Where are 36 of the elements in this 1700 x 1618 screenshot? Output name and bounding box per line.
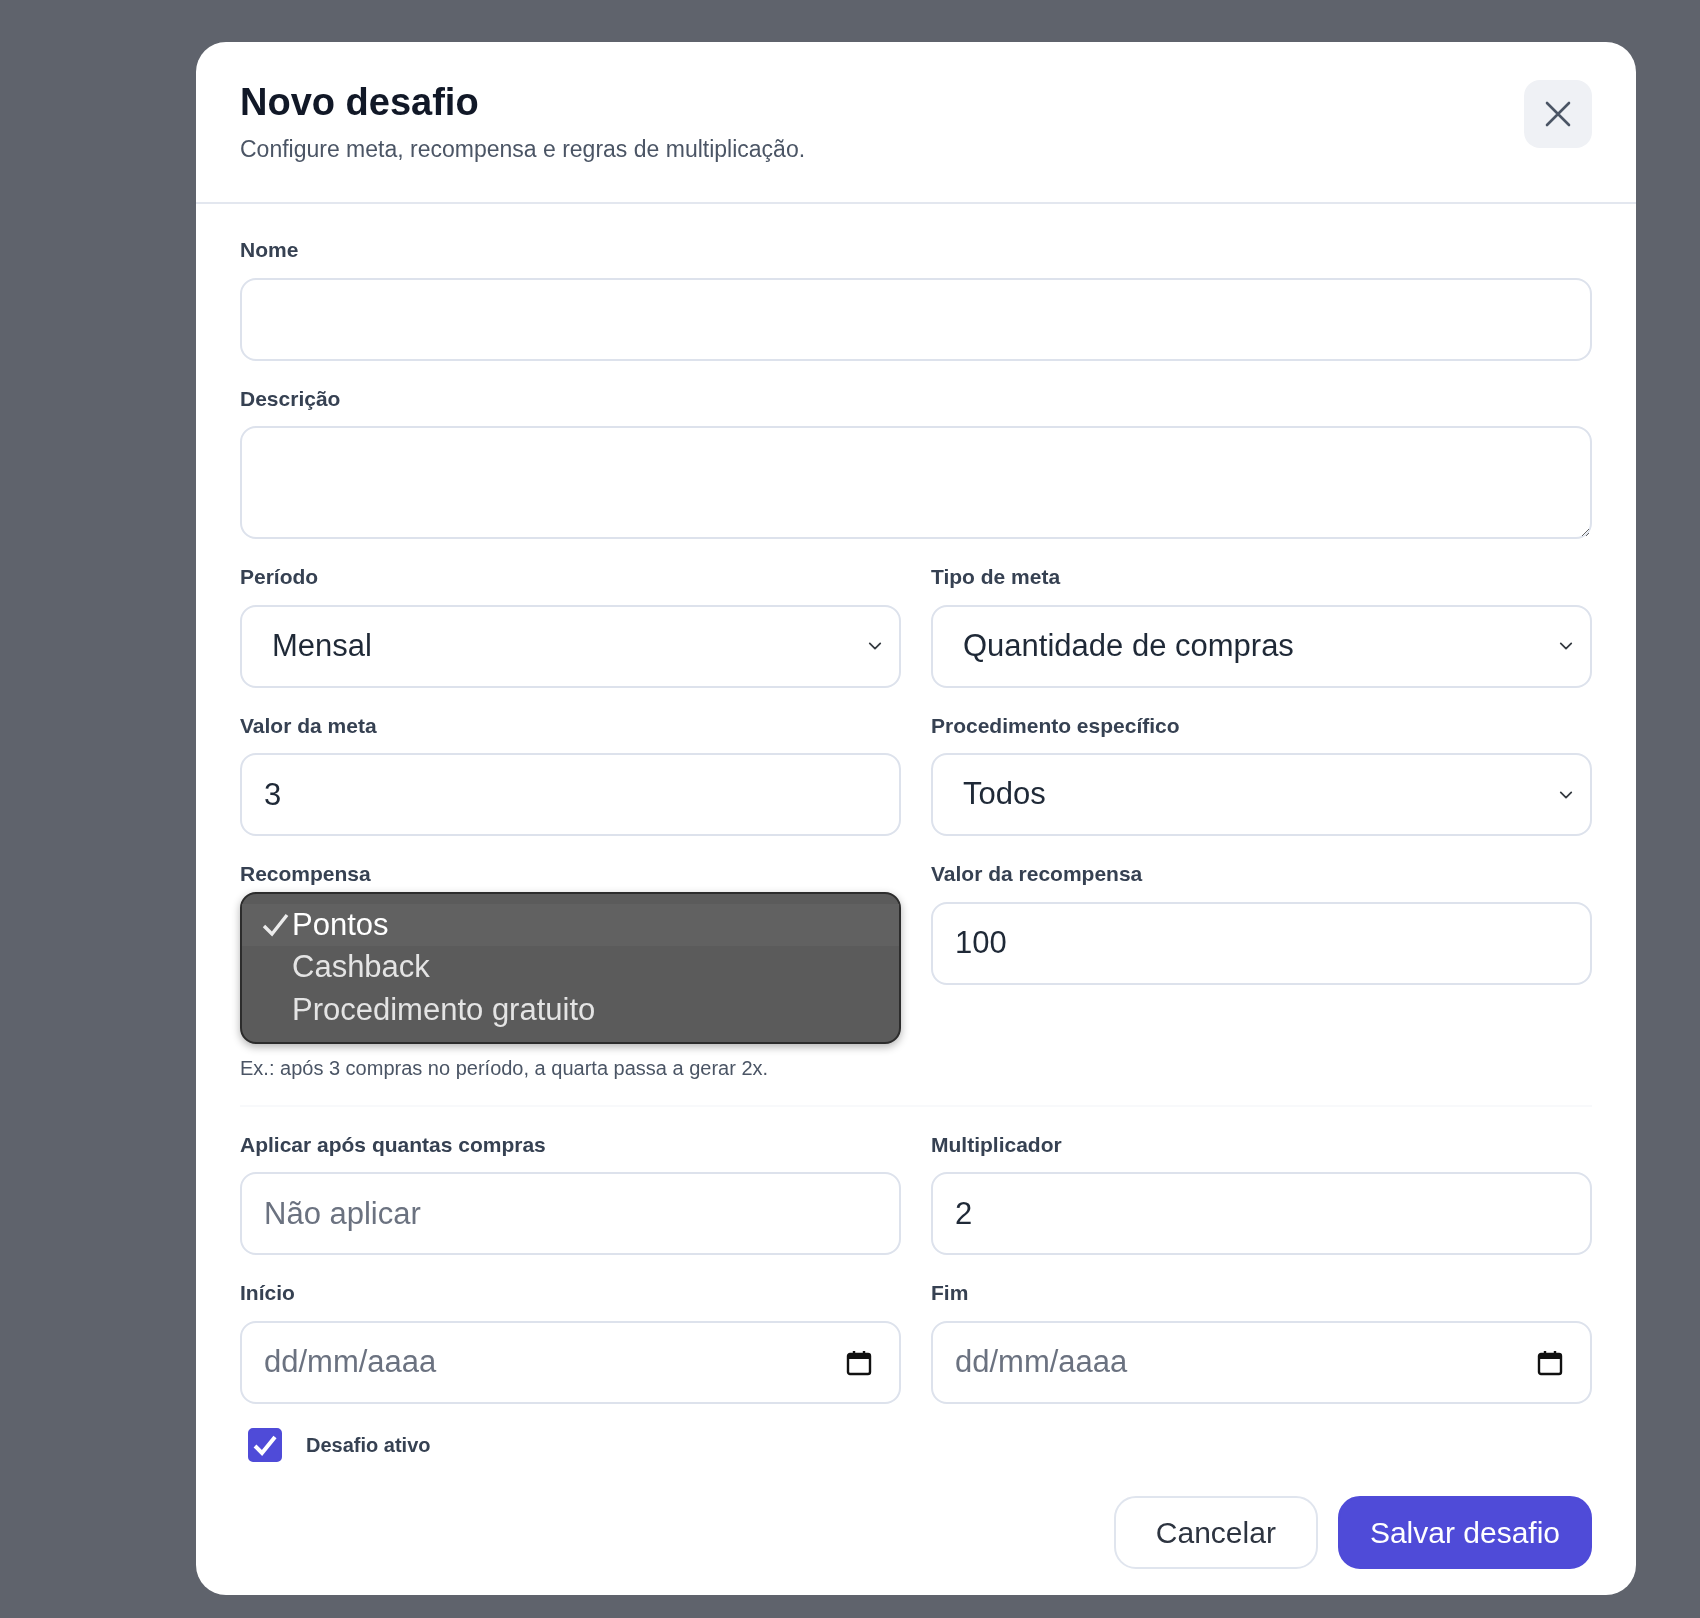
input-field[interactable] [240,277,1592,361]
cancel-button[interactable]: Cancelar [1113,1495,1318,1569]
close-icon [1545,101,1571,127]
dropdown-option[interactable]: Procedimento gratuito [242,989,899,1032]
input-field[interactable]: 100 [931,901,1592,985]
field-label: Fim [931,1280,970,1307]
field-label: Descrição [240,385,342,412]
date-field[interactable]: dd/mm/aaaa [931,1320,1592,1404]
select-field[interactable]: Quantidade de compras [931,604,1592,688]
input-field[interactable]: 2 [931,1172,1592,1256]
checkbox[interactable] [248,1427,282,1462]
dropdown-option[interactable]: Pontos [242,903,899,947]
dialog-subtitle: Configure meta, recompensa e regras de multiplicação. [240,134,806,164]
date-field[interactable]: dd/mm/aaaa [240,1320,901,1404]
field-label: Valor da recompensa [931,861,1144,888]
close-button[interactable] [1524,80,1592,148]
hint-text: Ex.: após 3 compras no período, a quarta passa a gerar 2x. [240,1055,770,1081]
field-label: Nome [240,237,300,264]
dialog-title: Novo desafio [240,80,480,125]
input-field[interactable]: 3 [240,753,901,837]
field-label: Valor da meta [240,712,378,739]
select-field[interactable]: Todos [931,753,1592,837]
field-label: Procedimento específico [931,712,1181,739]
field-label: Aplicar após quantas compras [240,1131,547,1158]
calendar-icon[interactable] [845,1348,873,1377]
checkbox-label: Desafio ativo [306,1432,431,1458]
field-label: Período [240,564,320,591]
field-label: Início [240,1280,296,1307]
field-label: Recompensa [240,861,372,888]
field-label: Multiplicador [931,1131,1063,1158]
dropdown-option[interactable]: Cashback [242,946,899,990]
field-label: Tipo de meta [931,564,1062,591]
calendar-icon[interactable] [1536,1348,1564,1377]
input-field[interactable]: Não aplicar [240,1172,901,1256]
select-field[interactable]: Mensal [240,604,901,688]
save-button[interactable]: Salvar desafio [1337,1495,1592,1569]
